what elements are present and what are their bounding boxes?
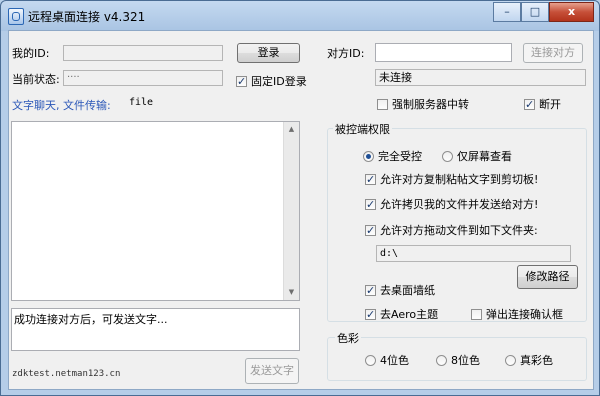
my-id-label: 我的ID: <box>12 47 50 60</box>
minimize-button[interactable]: – <box>493 2 521 22</box>
status-label: 当前状态: <box>12 73 60 86</box>
allow-copy-files-label: 允许拷贝我的文件并发送给对方! <box>380 198 539 211</box>
radio-icon <box>363 150 374 162</box>
my-id-field <box>63 45 223 61</box>
color-8bit-label: 8位色 <box>451 354 480 367</box>
window-title: 远程桌面连接 v4.321 <box>28 10 146 24</box>
screen-only-radio[interactable]: 仅屏幕查看 <box>442 148 512 164</box>
radio-icon <box>436 354 447 366</box>
checkbox-icon <box>377 98 388 110</box>
allow-drag-files-checkbox[interactable]: ✓ 允许对方拖动文件到如下文件夹: <box>365 222 538 238</box>
force-relay-label: 强制服务器中转 <box>392 98 469 111</box>
checkbox-icon: ✓ <box>524 97 535 111</box>
folder-path-field: d:\ <box>376 245 571 262</box>
caption-buttons: – □ x <box>493 2 594 22</box>
app-icon <box>8 8 24 25</box>
popup-confirm-checkbox[interactable]: 弹出连接确认框 <box>471 306 563 322</box>
allow-clipboard-checkbox[interactable]: ✓ 允许对方复制粘帖文字到剪切板! <box>365 171 538 187</box>
popup-confirm-label: 弹出连接确认框 <box>486 308 563 321</box>
full-control-radio[interactable]: 完全受控 <box>363 148 422 164</box>
checkbox-icon: ✓ <box>365 307 376 321</box>
color-8bit-radio[interactable]: 8位色 <box>436 352 480 368</box>
main-panel: 我的ID: 登录 当前状态: ···· ✓ 固定ID登录 文字聊天, 文件传输:… <box>8 30 594 390</box>
allow-clipboard-label: 允许对方复制粘帖文字到剪切板! <box>380 173 539 186</box>
remove-wallpaper-checkbox[interactable]: ✓ 去桌面墙纸 <box>365 282 435 298</box>
screen-only-label: 仅屏幕查看 <box>457 150 512 163</box>
scroll-down-icon[interactable]: ▼ <box>284 285 299 300</box>
checkbox-icon: ✓ <box>365 172 376 186</box>
radio-icon <box>365 354 376 366</box>
allow-copy-files-checkbox[interactable]: ✓ 允许拷贝我的文件并发送给对方! <box>365 196 538 212</box>
peer-id-label: 对方ID: <box>327 47 365 60</box>
file-label[interactable]: file <box>129 97 153 108</box>
fixed-id-checkbox[interactable]: ✓ 固定ID登录 <box>236 73 307 89</box>
disconnect-checkbox[interactable]: ✓ 断开 <box>524 96 561 112</box>
remove-wallpaper-label: 去桌面墙纸 <box>380 284 435 297</box>
title-bar[interactable]: 远程桌面连接 v4.321 – □ x <box>1 1 599 30</box>
checkbox-icon: ✓ <box>365 197 376 211</box>
checkbox-icon: ✓ <box>236 74 247 88</box>
peer-id-input[interactable] <box>375 43 512 62</box>
radio-icon <box>505 354 516 366</box>
force-relay-checkbox[interactable]: 强制服务器中转 <box>377 96 469 112</box>
fixed-id-label: 固定ID登录 <box>251 75 307 88</box>
website-text: zdktest.netman123.cn <box>12 369 121 379</box>
connection-status: 未连接 <box>375 69 586 86</box>
checkbox-icon: ✓ <box>365 223 376 237</box>
color-4bit-label: 4位色 <box>380 354 409 367</box>
status-field: ···· <box>63 70 223 86</box>
radio-icon <box>442 150 453 162</box>
connect-button[interactable]: 连接对方 <box>523 43 583 63</box>
chat-scrollbar[interactable]: ▲ ▼ <box>283 122 299 300</box>
color-true-radio[interactable]: 真彩色 <box>505 352 553 368</box>
chat-label: 文字聊天, 文件传输: <box>12 99 111 112</box>
checkbox-icon: ✓ <box>365 283 376 297</box>
message-input[interactable]: 成功连接对方后，可发送文字... <box>11 308 300 351</box>
send-text-button[interactable]: 发送文字 <box>245 358 299 384</box>
scroll-up-icon[interactable]: ▲ <box>284 122 299 137</box>
color-true-label: 真彩色 <box>520 354 553 367</box>
allow-drag-files-label: 允许对方拖动文件到如下文件夹: <box>380 224 538 237</box>
disconnect-label: 断开 <box>539 98 561 111</box>
permissions-title: 被控端权限 <box>333 121 392 137</box>
maximize-button[interactable]: □ <box>521 2 549 22</box>
modify-path-button[interactable]: 修改路径 <box>517 265 578 289</box>
chat-history[interactable]: ▲ ▼ <box>11 121 300 301</box>
close-button[interactable]: x <box>549 2 594 22</box>
full-control-label: 完全受控 <box>378 150 422 163</box>
message-placeholder: 成功连接对方后，可发送文字... <box>14 313 168 326</box>
remove-aero-checkbox[interactable]: ✓ 去Aero主题 <box>365 306 438 322</box>
remove-aero-label: 去Aero主题 <box>380 308 439 321</box>
color-4bit-radio[interactable]: 4位色 <box>365 352 409 368</box>
login-button[interactable]: 登录 <box>237 43 300 63</box>
color-title: 色彩 <box>335 330 361 346</box>
checkbox-icon <box>471 308 482 320</box>
app-window: 远程桌面连接 v4.321 – □ x 我的ID: 登录 当前状态: ···· … <box>0 0 600 396</box>
